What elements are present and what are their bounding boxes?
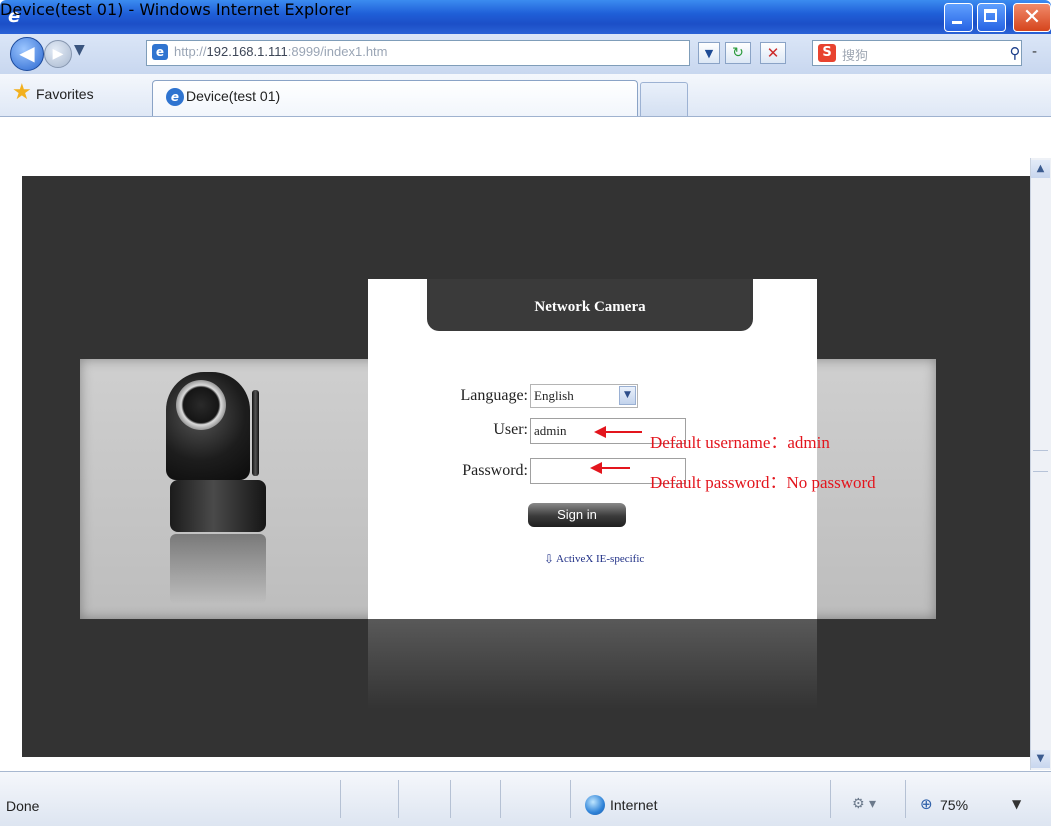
annotation-arrow-password [600,467,630,469]
user-label: User: [493,421,528,438]
protected-mode-icon[interactable]: ⚙ ▾ [852,796,876,812]
search-icon[interactable]: ⚲ [1004,42,1026,64]
activex-link[interactable]: ActiveX IE-specific [556,553,644,565]
status-divider [450,780,451,818]
new-tab-button[interactable] [640,82,688,116]
favorites-star-icon[interactable]: ★ [12,82,32,104]
status-divider [500,780,501,818]
chevron-down-icon[interactable]: ▼ [619,386,636,405]
close-button[interactable]: ✕ [1013,3,1051,32]
security-zone[interactable]: Internet [610,797,657,813]
status-divider [340,780,341,818]
status-divider [905,780,906,818]
camera-reflection [170,534,266,604]
close-icon: ✕ [1022,5,1042,30]
camera-lens-icon [176,380,226,430]
language-value: English [534,388,574,403]
favorites-button[interactable]: Favorites [36,86,94,102]
address-dropdown-button[interactable]: ▼ [698,42,720,64]
login-title: Network Camera [534,299,646,315]
card-reflection [368,619,817,709]
password-label: Password: [462,462,528,479]
annotation-arrow-user [604,431,642,433]
camera-antenna [252,390,259,476]
page-icon: e [152,44,168,60]
address-url[interactable]: http://192.168.1.111:8999/index1.htm [174,44,387,59]
download-icon: ⇩ [544,552,555,566]
tab-label: Device(test 01) [186,88,281,104]
refresh-button[interactable]: ↻ [725,42,751,64]
status-divider [830,780,831,818]
zoom-icon[interactable]: ⊕ [920,795,933,813]
minimize-button[interactable] [944,3,973,32]
forward-arrow-icon: ▶ [52,46,64,62]
default-password-note: Default password：No password [650,473,876,492]
scroll-down-button[interactable]: ▼ [1031,750,1050,768]
sign-in-button[interactable]: Sign in [528,503,626,527]
search-options-dropdown[interactable]: - [1032,44,1037,60]
maximize-button[interactable] [977,3,1006,32]
status-divider [398,780,399,818]
recent-pages-dropdown[interactable]: ▼ [74,42,85,58]
status-text: Done [6,798,40,814]
camera-base [170,480,266,532]
zoom-dropdown[interactable]: ▼ [1012,797,1021,811]
status-divider [570,780,571,818]
internet-zone-icon [585,795,605,815]
default-username-note: Default username：admin [650,433,830,452]
forward-button[interactable]: ▶ [44,40,72,68]
zoom-level[interactable]: 75% [940,797,968,813]
search-provider-icon: S [818,44,836,62]
stop-button[interactable]: ✕ [760,42,786,64]
scroll-thumb[interactable] [1033,450,1048,472]
window-title: Device(test 01) - Windows Internet Explo… [0,0,352,19]
back-arrow-icon: ◀ [19,41,35,65]
language-label: Language: [460,387,528,404]
search-placeholder: 搜狗 [842,49,869,64]
status-bar [0,771,1051,826]
tab-page-icon: e [166,88,184,106]
back-button[interactable]: ◀ [10,37,44,71]
scroll-up-button[interactable]: ▲ [1031,160,1050,178]
